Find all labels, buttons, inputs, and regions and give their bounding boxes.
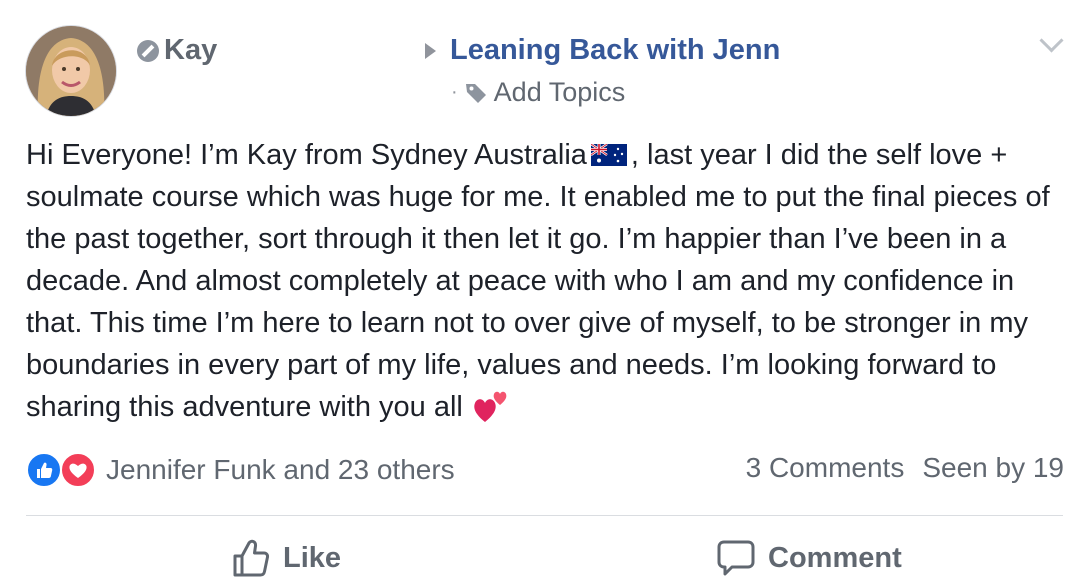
post-text-part-2: , last year I did the self love + soulma… [26,139,1050,423]
group-name-link[interactable]: Leaning Back with Jenn [450,34,780,67]
member-badge-icon [137,39,159,62]
add-topics-label: Add Topics [493,77,626,107]
two-hearts-icon [474,391,507,422]
group-line: Leaning Back with Jenn [425,34,780,67]
author-name[interactable]: Kay [164,34,217,67]
love-reaction-icon [60,452,96,488]
divider [26,515,1063,516]
comment-bubble-icon [717,540,755,576]
seen-by-link[interactable]: Seen by 19 [922,452,1064,484]
separator-dot: · [451,81,458,103]
add-topics-button[interactable]: · Add Topics [451,77,625,108]
comment-button[interactable]: Comment [716,538,902,578]
reaction-icons [26,452,96,488]
reactions-text[interactable]: Jennifer Funk and 23 others [106,454,455,486]
reactions-summary[interactable]: Jennifer Funk and 23 others [26,452,455,488]
australia-flag-icon [590,144,627,166]
avatar[interactable] [25,25,117,117]
author-name-row[interactable]: Kay [137,34,217,67]
post-text-part-1: Hi Everyone! I’m Kay from Sydney Austral… [26,139,587,171]
thumbs-up-icon [233,539,270,577]
like-button[interactable]: Like [231,538,341,578]
post-stats: 3 Comments Seen by 19 [746,452,1064,484]
tag-icon [465,83,486,103]
avatar-photo [26,26,116,116]
like-reaction-icon [26,452,62,488]
post-body: Hi Everyone! I’m Kay from Sydney Austral… [26,134,1076,428]
comments-count-link[interactable]: 3 Comments [746,452,905,484]
comment-label: Comment [768,541,902,574]
like-label: Like [283,541,342,574]
chevron-down-icon[interactable] [1039,28,1064,53]
play-arrow-icon [425,42,436,59]
